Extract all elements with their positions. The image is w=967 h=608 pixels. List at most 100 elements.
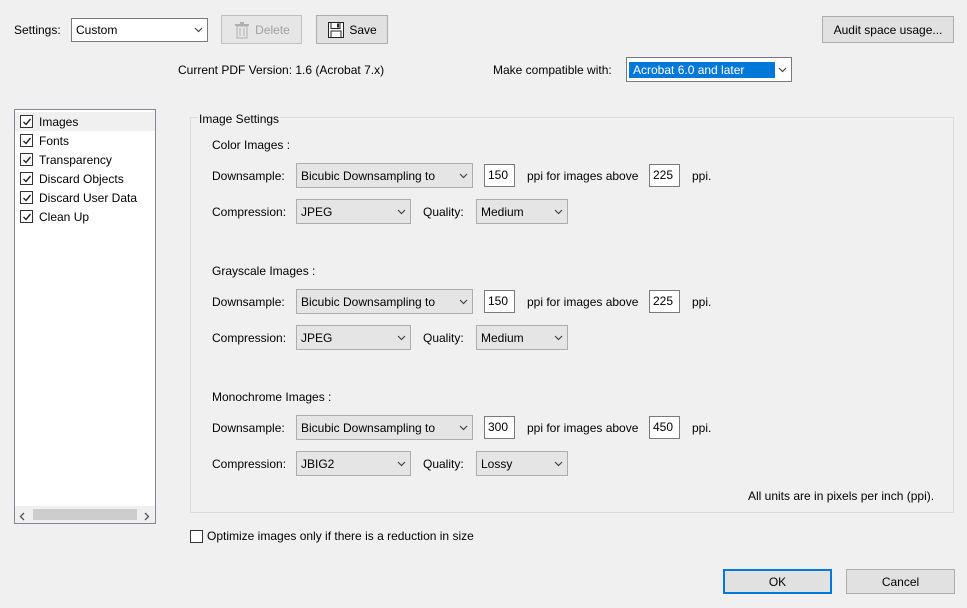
color-quality-value: Medium: [481, 204, 524, 219]
cancel-label: Cancel: [881, 574, 920, 589]
checkbox[interactable]: [20, 134, 33, 147]
ppi-label: ppi.: [692, 421, 712, 435]
checkbox[interactable]: [20, 210, 33, 223]
compression-label: Compression:: [212, 457, 287, 471]
compat-value: Acrobat 6.0 and later: [629, 61, 775, 78]
ppi-above-label: ppi for images above: [527, 169, 639, 183]
current-pdf-version: Current PDF Version: 1.6 (Acrobat 7.x): [178, 63, 385, 77]
color-downsample-value: Bicubic Downsampling to: [301, 168, 436, 183]
horizontal-scrollbar[interactable]: [15, 506, 155, 523]
panel-item-images[interactable]: Images: [15, 112, 155, 131]
checkbox[interactable]: [20, 191, 33, 204]
panel-item-discard-objects[interactable]: Discard Objects: [15, 169, 155, 188]
ppi-label: ppi.: [692, 295, 712, 309]
grayscale-downsample-value: Bicubic Downsampling to: [301, 294, 436, 309]
settings-dropdown[interactable]: Custom: [71, 18, 208, 42]
grayscale-ppi-input[interactable]: 150: [484, 290, 515, 313]
units-note: All units are in pixels per inch (ppi).: [748, 489, 935, 503]
delete-label: Delete: [255, 22, 290, 37]
chevron-right-icon[interactable]: [144, 510, 150, 524]
panel-item-label: Fonts: [39, 133, 70, 148]
settings-label: Settings:: [14, 23, 61, 37]
chevron-down-icon: [454, 290, 472, 313]
quality-label: Quality:: [423, 331, 464, 345]
settings-value: Custom: [76, 23, 118, 37]
mono-ppi-input[interactable]: 300: [484, 416, 515, 439]
mono-quality-value: Lossy: [481, 456, 513, 471]
downsample-label: Downsample:: [212, 169, 285, 183]
chevron-down-icon: [549, 200, 567, 223]
optimize-label: Optimize images only if there is a reduc…: [207, 529, 474, 543]
panel-item-fonts[interactable]: Fonts: [15, 131, 155, 150]
ppi-label: ppi.: [692, 169, 712, 183]
grayscale-quality-dropdown[interactable]: Medium: [476, 325, 568, 350]
color-downsample-dropdown[interactable]: Bicubic Downsampling to: [296, 163, 473, 188]
compression-label: Compression:: [212, 205, 287, 219]
grayscale-above-input[interactable]: 225: [649, 290, 680, 313]
compression-label: Compression:: [212, 331, 287, 345]
color-ppi-input[interactable]: 150: [484, 164, 515, 187]
grayscale-quality-value: Medium: [481, 330, 524, 345]
monochrome-images-heading: Monochrome Images :: [212, 390, 332, 404]
chevron-down-icon: [392, 200, 410, 223]
color-compression-dropdown[interactable]: JPEG: [296, 199, 411, 224]
downsample-label: Downsample:: [212, 295, 285, 309]
delete-button[interactable]: Delete: [221, 15, 302, 44]
panel-list[interactable]: Images Fonts Transparency Discard Object…: [14, 109, 156, 524]
grayscale-images-heading: Grayscale Images :: [212, 264, 316, 278]
panel-item-label: Discard User Data: [39, 190, 138, 205]
mono-downsample-dropdown[interactable]: Bicubic Downsampling to: [296, 415, 473, 440]
compat-label: Make compatible with:: [493, 63, 612, 77]
ppi-above-label: ppi for images above: [527, 295, 639, 309]
color-above-input[interactable]: 225: [649, 164, 680, 187]
chevron-down-icon: [454, 416, 472, 439]
color-images-heading: Color Images :: [212, 138, 291, 152]
mono-downsample-value: Bicubic Downsampling to: [301, 420, 436, 435]
color-compression-value: JPEG: [301, 204, 333, 219]
checkbox[interactable]: [20, 115, 33, 128]
quality-label: Quality:: [423, 205, 464, 219]
chevron-down-icon: [392, 326, 410, 349]
mono-compression-value: JBIG2: [301, 456, 335, 471]
scrollbar-thumb[interactable]: [33, 509, 137, 520]
panel-item-transparency[interactable]: Transparency: [15, 150, 155, 169]
panel-item-label: Transparency: [39, 152, 112, 167]
grayscale-compression-value: JPEG: [301, 330, 333, 345]
panel-item-discard-user-data[interactable]: Discard User Data: [15, 188, 155, 207]
panel-item-label: Discard Objects: [39, 171, 124, 186]
chevron-down-icon: [189, 19, 207, 41]
audit-space-label: Audit space usage...: [833, 22, 943, 37]
ppi-above-label: ppi for images above: [527, 421, 639, 435]
mono-above-input[interactable]: 450: [649, 416, 680, 439]
quality-label: Quality:: [423, 457, 464, 471]
grayscale-compression-dropdown[interactable]: JPEG: [296, 325, 411, 350]
panel-item-label: Images: [39, 114, 79, 129]
chevron-down-icon: [392, 452, 410, 475]
optimize-option[interactable]: Optimize images only if there is a reduc…: [190, 528, 474, 544]
color-quality-dropdown[interactable]: Medium: [476, 199, 568, 224]
chevron-left-icon[interactable]: [19, 510, 25, 524]
checkbox[interactable]: [20, 172, 33, 185]
checkbox[interactable]: [20, 153, 33, 166]
trash-icon: [233, 21, 251, 39]
cancel-button[interactable]: Cancel: [846, 569, 955, 594]
save-button[interactable]: Save: [316, 15, 388, 44]
optimize-checkbox[interactable]: [190, 529, 203, 543]
floppy-disk-icon: [327, 21, 345, 39]
mono-compression-dropdown[interactable]: JBIG2: [296, 451, 411, 476]
audit-space-button[interactable]: Audit space usage...: [822, 16, 954, 43]
chevron-down-icon: [454, 164, 472, 187]
chevron-down-icon: [549, 452, 567, 475]
panel-item-label: Clean Up: [39, 209, 90, 224]
image-settings-title: Image Settings: [198, 111, 281, 127]
mono-quality-dropdown[interactable]: Lossy: [476, 451, 568, 476]
panel-item-clean-up[interactable]: Clean Up: [15, 207, 155, 226]
chevron-down-icon: [773, 58, 791, 81]
grayscale-downsample-dropdown[interactable]: Bicubic Downsampling to: [296, 289, 473, 314]
compat-dropdown[interactable]: Acrobat 6.0 and later: [626, 57, 792, 82]
ok-label: OK: [768, 574, 787, 589]
save-label: Save: [349, 22, 377, 37]
downsample-label: Downsample:: [212, 421, 285, 435]
chevron-down-icon: [549, 326, 567, 349]
ok-button[interactable]: OK: [723, 569, 832, 594]
